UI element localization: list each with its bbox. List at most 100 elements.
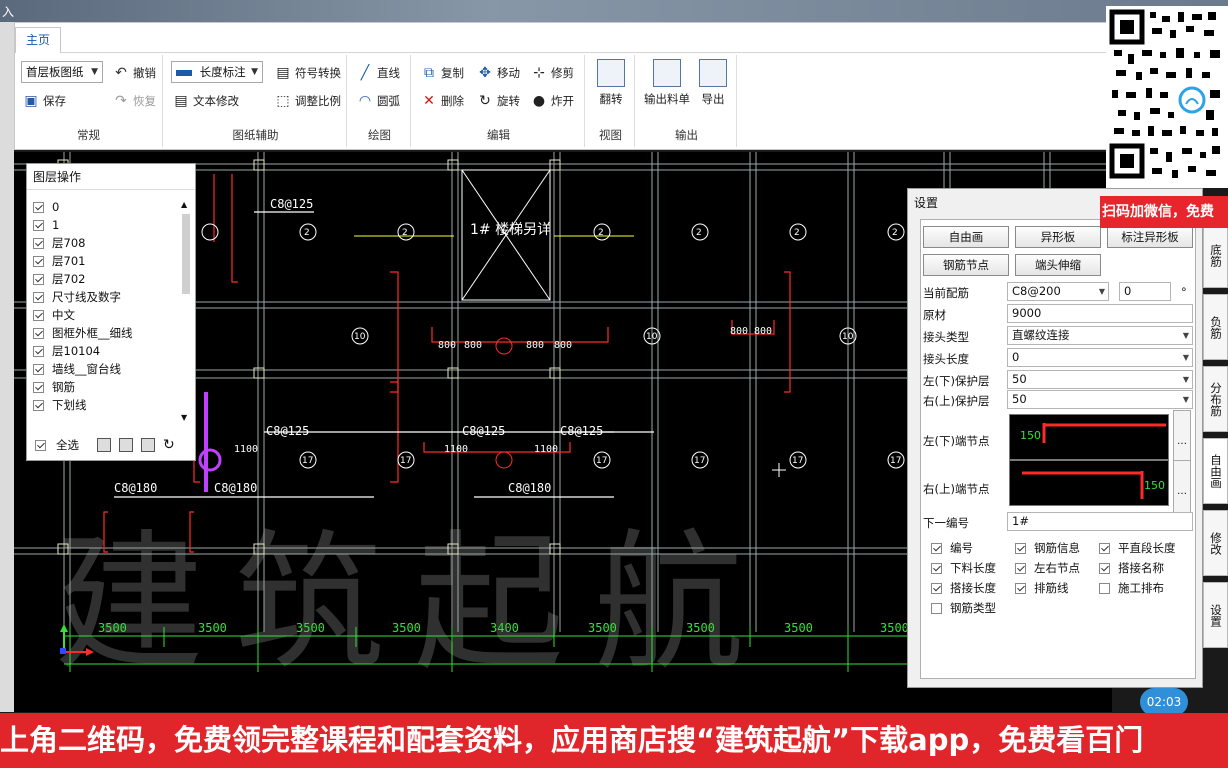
- redo-button[interactable]: ↷ 恢复: [113, 93, 156, 109]
- cover-right-select[interactable]: 50 ▼: [1007, 390, 1193, 409]
- rotate-button[interactable]: ↻ 旋转: [477, 93, 520, 109]
- delete-button[interactable]: ✕ 删除: [421, 93, 464, 109]
- layer-item[interactable]: 层10104: [27, 342, 197, 360]
- irregular-slab-button[interactable]: 异形板: [1015, 226, 1101, 248]
- label-irregular-slab-button[interactable]: 标注异形板: [1107, 226, 1193, 248]
- tab-negative-rebar[interactable]: 负筋: [1203, 294, 1228, 360]
- scroll-up-icon[interactable]: ▲: [181, 200, 187, 209]
- arc-button[interactable]: ◠ 圆弧: [357, 93, 400, 109]
- svg-text:3500: 3500: [296, 621, 325, 635]
- checkbox[interactable]: [1015, 542, 1026, 554]
- dim-labels: 3500 3500 3500 3500 3400 3500 3500 3500 3500: [98, 621, 909, 635]
- svg-text:2: 2: [598, 228, 604, 238]
- svg-text:1# 楼梯另详: 1# 楼梯另详: [470, 222, 551, 238]
- layer-item[interactable]: 下划线: [27, 396, 197, 414]
- layer-item[interactable]: 图框外框__细线: [27, 324, 197, 342]
- check-number[interactable]: 编号: [931, 540, 973, 556]
- joint-type-select[interactable]: 直螺纹连接 ▼: [1007, 326, 1193, 345]
- select-all-checkbox[interactable]: [35, 439, 46, 451]
- check-rebar-info[interactable]: 钢筋信息: [1015, 540, 1080, 556]
- node-right-preview[interactable]: 150: [1009, 460, 1169, 506]
- check-label: 搭接长度: [950, 581, 996, 595]
- flip-button[interactable]: 翻转: [583, 59, 639, 107]
- layer-checkbox[interactable]: [33, 327, 44, 339]
- check-construction-layout[interactable]: 施工排布: [1099, 580, 1164, 596]
- layer-item[interactable]: 尺寸线及数字: [27, 288, 197, 306]
- layer-checkbox[interactable]: [33, 363, 44, 375]
- checkbox[interactable]: [931, 602, 942, 614]
- layer-item[interactable]: 层701: [27, 252, 197, 270]
- layer-hide-icon[interactable]: [119, 438, 133, 452]
- tab-free-draw[interactable]: 自由画: [1203, 438, 1228, 504]
- undo-button[interactable]: ↶ 撤销: [113, 65, 156, 81]
- export-button[interactable]: 导出: [685, 59, 741, 107]
- check-lr-nodes[interactable]: 左右节点: [1015, 560, 1080, 576]
- save-button[interactable]: ▣ 保存: [23, 93, 66, 109]
- layer-checkbox[interactable]: [33, 255, 44, 267]
- layer-checkbox[interactable]: [33, 237, 44, 249]
- next-number-input[interactable]: 1#: [1007, 512, 1193, 531]
- layer-item[interactable]: 层702: [27, 270, 197, 288]
- cover-left-select[interactable]: 50 ▼: [1007, 370, 1193, 389]
- tab-home[interactable]: 主页: [15, 27, 61, 53]
- layer-checkbox[interactable]: [33, 219, 44, 231]
- rebar-node-button[interactable]: 钢筋节点: [923, 254, 1009, 276]
- symbol-convert-button[interactable]: ▤ 符号转换: [275, 65, 341, 81]
- layer-checkbox[interactable]: [33, 309, 44, 321]
- trim-button[interactable]: ⊹ 修剪: [531, 65, 574, 81]
- check-straight-length[interactable]: 平直段长度: [1099, 540, 1176, 556]
- free-draw-button[interactable]: 自由画: [923, 226, 1009, 248]
- svg-text:1100: 1100: [234, 444, 258, 455]
- layer-item[interactable]: 层708: [27, 234, 197, 252]
- scroll-thumb[interactable]: [182, 214, 190, 294]
- check-lap-length[interactable]: 搭接长度: [931, 580, 996, 596]
- text-edit-button[interactable]: ▤ 文本修改: [173, 93, 239, 109]
- checkbox[interactable]: [1015, 562, 1026, 574]
- layer-checkbox[interactable]: [33, 345, 44, 357]
- layer-item[interactable]: 0: [27, 198, 197, 216]
- tab-bottom-rebar[interactable]: 底筋: [1203, 222, 1228, 288]
- checkbox[interactable]: [931, 562, 942, 574]
- joint-length-select[interactable]: 0 ▼: [1007, 348, 1193, 367]
- node-left-preview[interactable]: 150: [1009, 414, 1169, 460]
- scroll-down-icon[interactable]: ▼: [181, 413, 187, 422]
- line-button[interactable]: ╱ 直线: [357, 65, 400, 81]
- layer-checkbox[interactable]: [33, 399, 44, 411]
- check-lap-name[interactable]: 搭接名称: [1099, 560, 1164, 576]
- tab-distribution-rebar[interactable]: 分布筋: [1203, 366, 1228, 432]
- layer-item[interactable]: 中文: [27, 306, 197, 324]
- copy-button[interactable]: ⧉ 复制: [421, 65, 464, 81]
- layer-scrollbar[interactable]: ▲ ▼: [181, 200, 191, 422]
- adjust-scale-button[interactable]: ⬚ 调整比例: [275, 93, 341, 109]
- tab-settings[interactable]: 设置: [1203, 582, 1228, 648]
- checkbox[interactable]: [1099, 582, 1110, 594]
- layer-item[interactable]: 1: [27, 216, 197, 234]
- angle-input[interactable]: 0: [1119, 282, 1171, 301]
- layer-item[interactable]: 墙线__窗台线: [27, 360, 197, 378]
- checkbox[interactable]: [1015, 582, 1026, 594]
- layer-checkbox[interactable]: [33, 291, 44, 303]
- explode-button[interactable]: ● 炸开: [531, 93, 574, 109]
- check-rebar-lines[interactable]: 排筋线: [1015, 580, 1069, 596]
- checkbox[interactable]: [1099, 542, 1110, 554]
- layer-checkbox[interactable]: [33, 201, 44, 213]
- dimension-select[interactable]: 长度标注 ▼: [171, 61, 263, 83]
- move-button[interactable]: ✥ 移动: [477, 65, 520, 81]
- arc-label: 圆弧: [377, 94, 400, 108]
- end-stretch-button[interactable]: 端头伸缩: [1015, 254, 1101, 276]
- checkbox[interactable]: [931, 542, 942, 554]
- raw-material-input[interactable]: 9000: [1007, 304, 1193, 323]
- layer-checkbox[interactable]: [33, 381, 44, 393]
- layer-item[interactable]: 钢筋: [27, 378, 197, 396]
- check-rebar-type[interactable]: 钢筋类型: [931, 600, 996, 616]
- layer-copy-icon[interactable]: [141, 438, 155, 452]
- check-cut-length[interactable]: 下料长度: [931, 560, 996, 576]
- checkbox[interactable]: [1099, 562, 1110, 574]
- layer-show-icon[interactable]: [97, 438, 111, 452]
- layer-checkbox[interactable]: [33, 273, 44, 285]
- refresh-icon[interactable]: ↻: [163, 437, 175, 453]
- drawing-select[interactable]: 首层板图纸 ▼: [21, 61, 103, 83]
- checkbox[interactable]: [931, 582, 942, 594]
- current-rebar-select[interactable]: C8@200 ▼: [1007, 282, 1109, 301]
- tab-modify[interactable]: 修改: [1203, 510, 1228, 576]
